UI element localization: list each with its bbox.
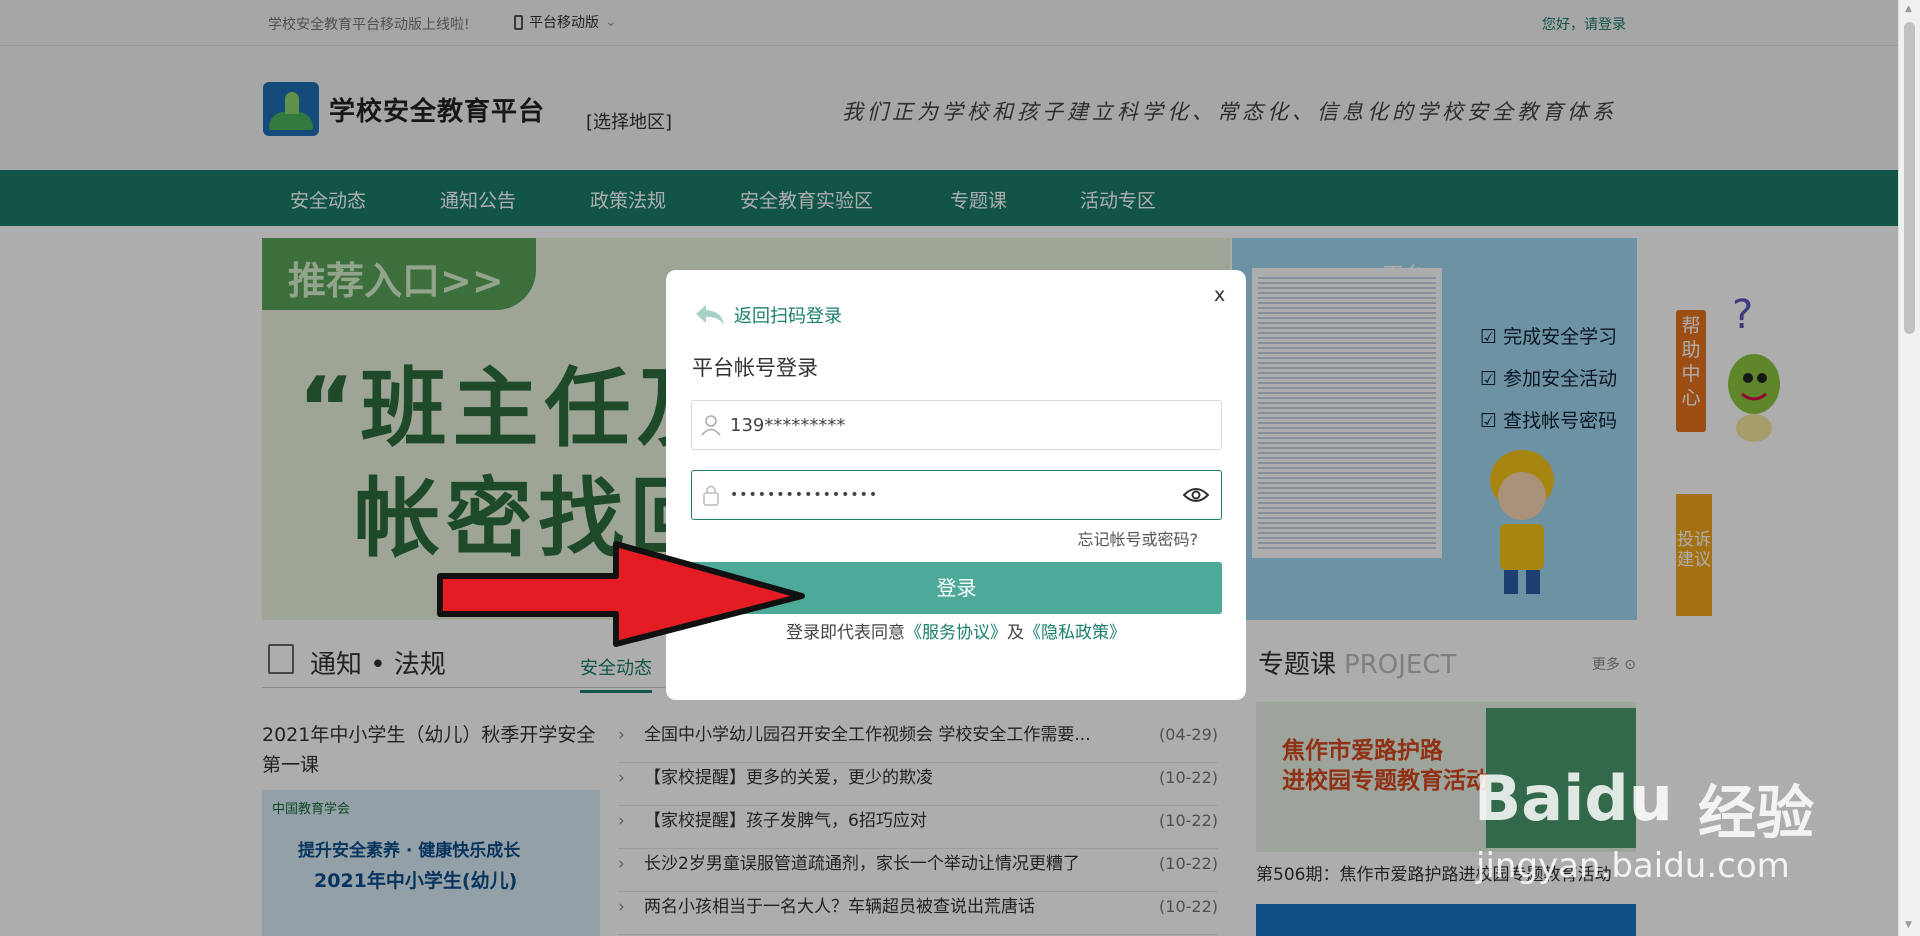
scroll-down-icon[interactable]: ▼ bbox=[1905, 920, 1912, 930]
lock-icon bbox=[692, 484, 730, 506]
username-field[interactable]: 139********* bbox=[691, 400, 1222, 450]
user-icon bbox=[692, 414, 730, 436]
page-scrollbar[interactable]: ▲ ▼ bbox=[1898, 0, 1920, 936]
eye-icon[interactable] bbox=[1171, 486, 1221, 504]
baidu-watermark: Baidu 经验 jingyan.baidu.com bbox=[1474, 722, 1844, 892]
login-heading: 平台帐号登录 bbox=[692, 356, 818, 380]
scrollbar-thumb[interactable] bbox=[1904, 22, 1915, 334]
back-to-qr-login[interactable]: 返回扫码登录 bbox=[694, 302, 842, 328]
red-arrow-annotation bbox=[437, 541, 805, 647]
agreement-and: 及 bbox=[1007, 623, 1024, 643]
password-field[interactable]: •••••••••••••••• bbox=[691, 470, 1222, 520]
scroll-up-icon[interactable]: ▲ bbox=[1905, 4, 1912, 14]
privacy-policy-link[interactable]: 《隐私政策》 bbox=[1024, 623, 1126, 643]
watermark-brand: Baidu bbox=[1474, 762, 1673, 835]
watermark-jingyan: 经验 bbox=[1698, 779, 1815, 847]
watermark-url: jingyan.baidu.com bbox=[1476, 846, 1790, 886]
password-value: •••••••••••••••• bbox=[730, 487, 879, 503]
back-arrow-icon bbox=[696, 305, 724, 325]
username-value: 139********* bbox=[730, 414, 846, 436]
close-icon[interactable]: x bbox=[1214, 284, 1225, 306]
back-to-qr-label: 返回扫码登录 bbox=[734, 306, 842, 327]
service-agreement-link[interactable]: 《服务协议》 bbox=[905, 623, 1007, 643]
forgot-password-link[interactable]: 忘记帐号或密码? bbox=[1078, 526, 1199, 550]
